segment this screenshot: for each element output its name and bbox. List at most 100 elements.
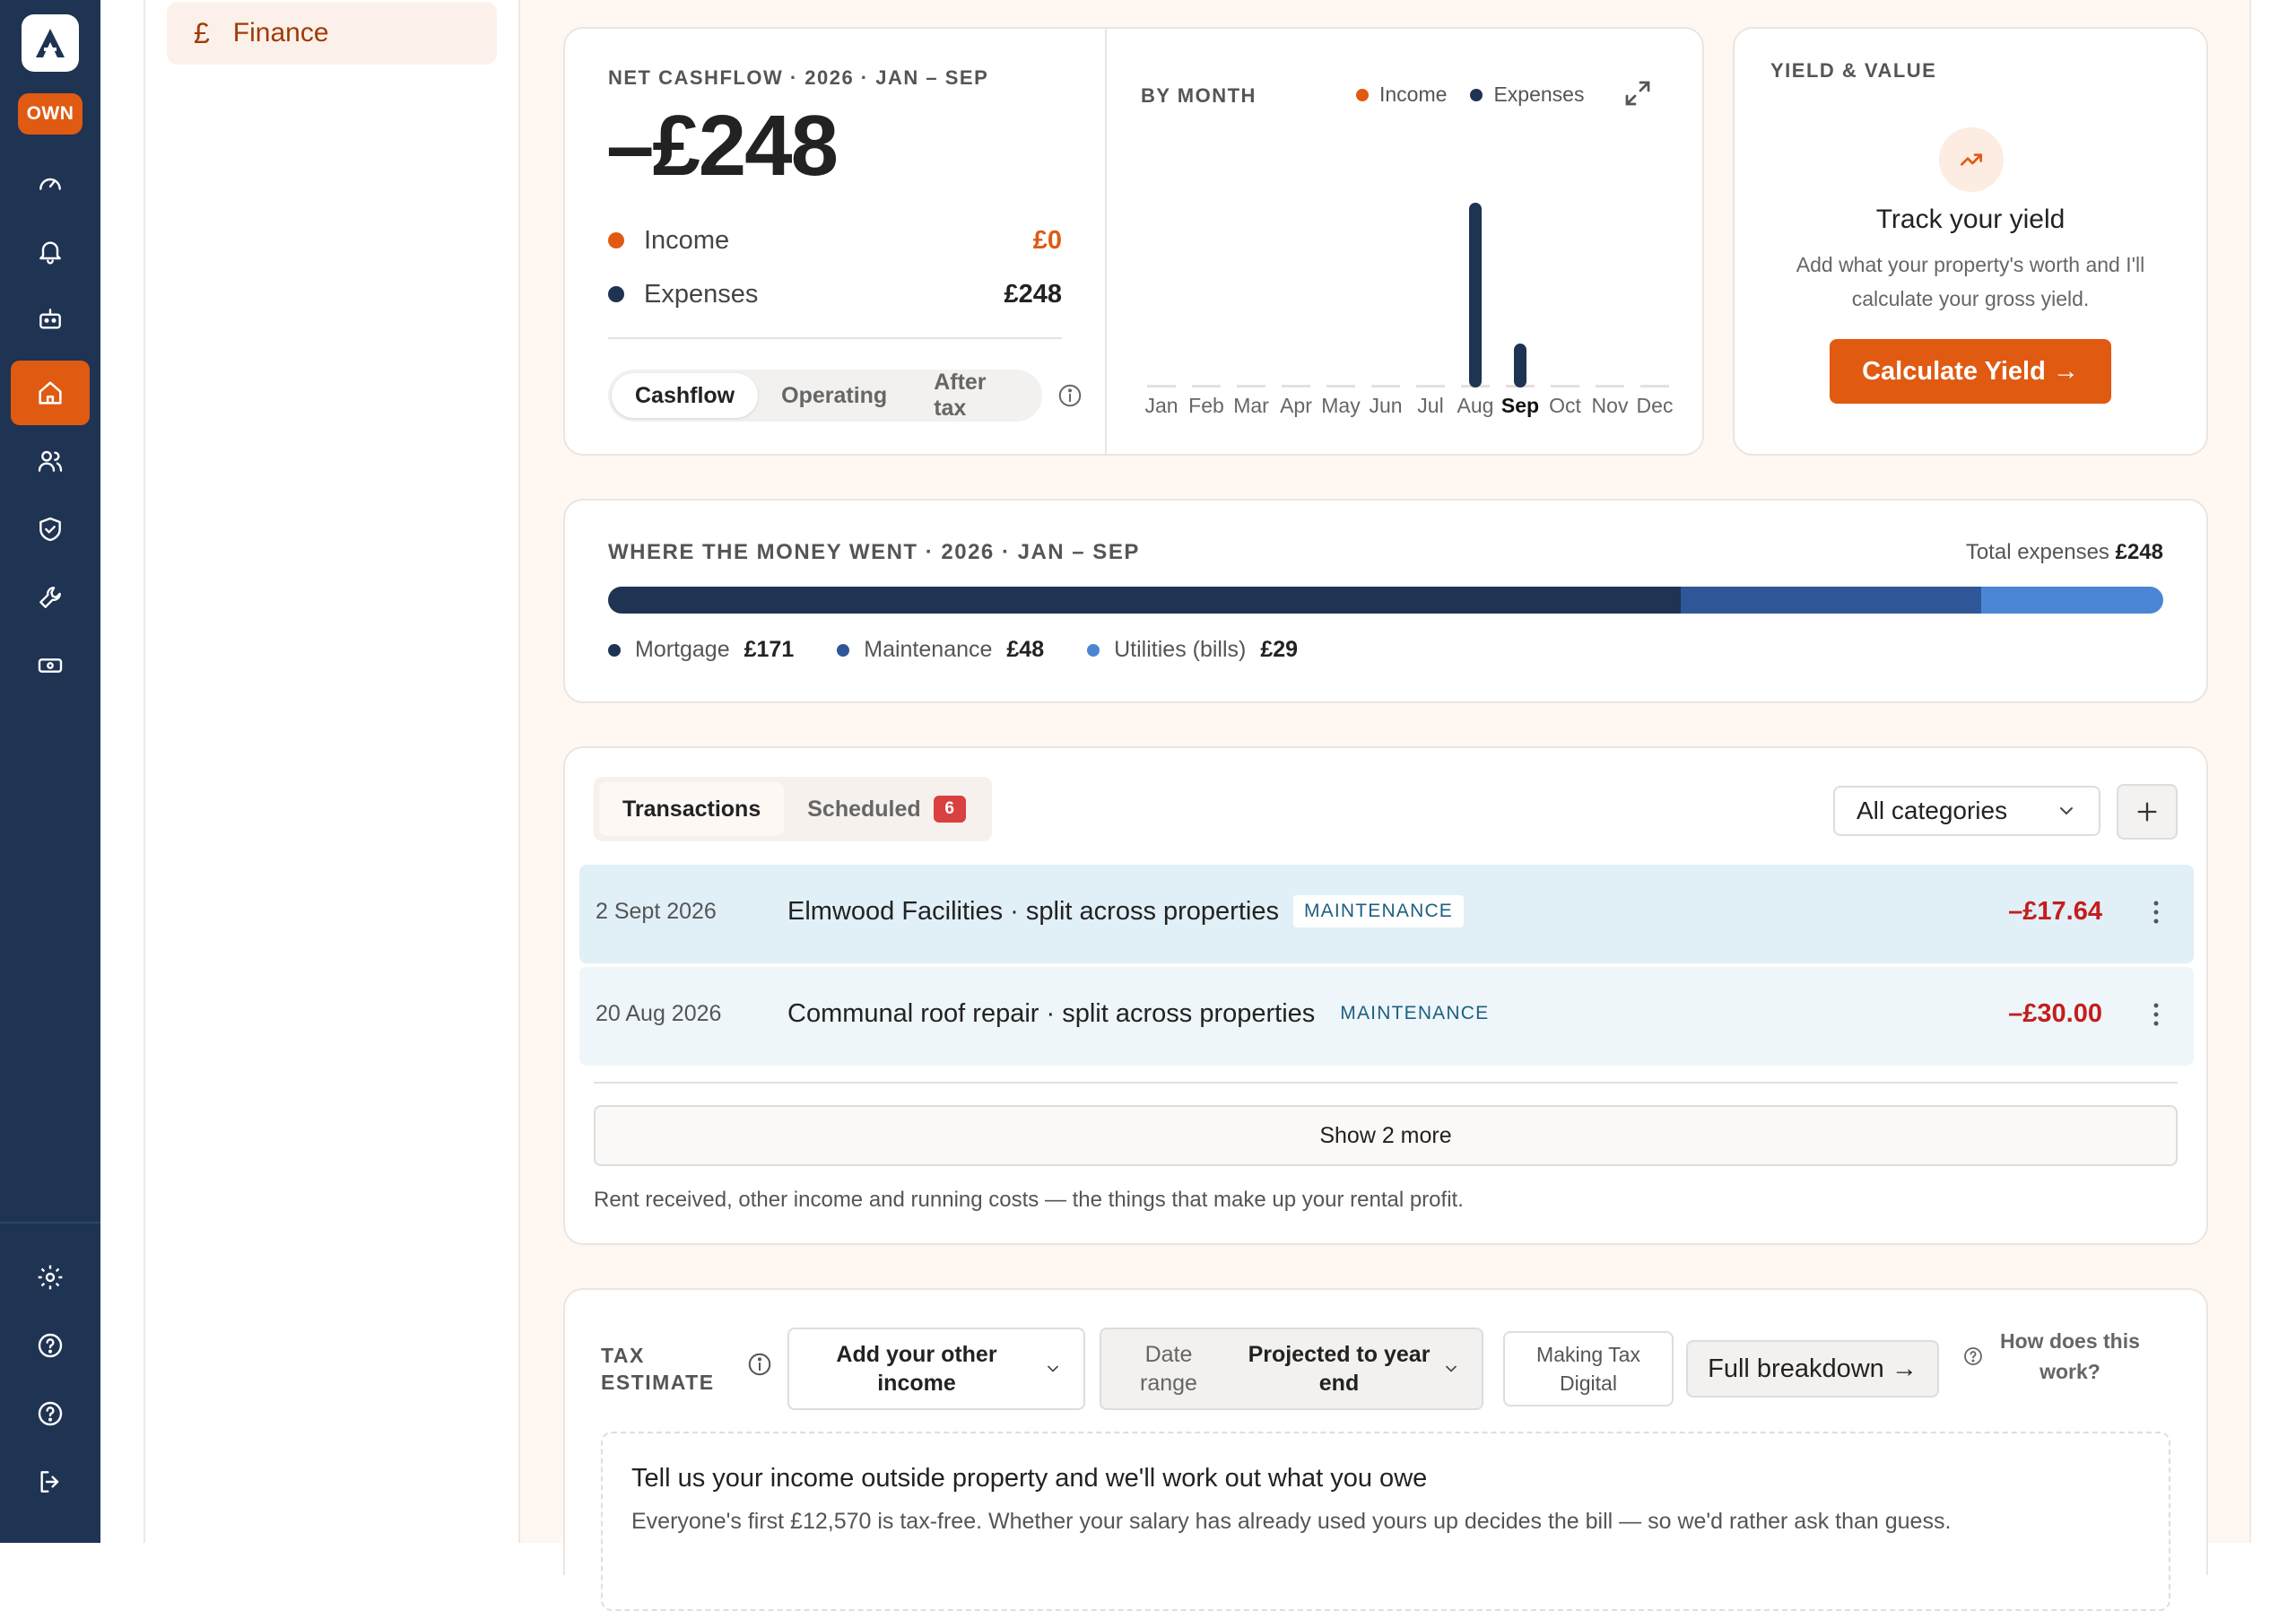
more-vertical-icon[interactable]	[2151, 899, 2161, 926]
tab-cashflow[interactable]: Cashflow	[612, 373, 759, 418]
logout-icon[interactable]	[22, 1453, 79, 1511]
dashboard-icon[interactable]	[22, 154, 79, 212]
cashflow-title: NET CASHFLOW · 2026 · JAN – SEP	[608, 66, 989, 89]
info-icon[interactable]	[1057, 382, 1083, 409]
cashflow-view-toggle: Cashflow Operating After tax	[608, 370, 1042, 422]
making-tax-digital-button[interactable]: Making Tax Digital	[1503, 1331, 1674, 1406]
sidebar-item-label: Finance	[232, 18, 329, 48]
yield-card: YIELD & VALUE Track your yield Add what …	[1733, 27, 2208, 456]
yield-text-line1: Add what your property's worth and I'll	[1796, 253, 2145, 276]
app-logo[interactable]	[22, 14, 79, 72]
transactions-card: Transactions Scheduled 6 All categories …	[563, 746, 2208, 1245]
utilities-label: Utilities (bills)	[1114, 637, 1247, 662]
transactions-footnote: Rent received, other income and running …	[594, 1188, 1464, 1212]
mtd-line2: Digital	[1560, 1372, 1617, 1395]
add-transaction-button[interactable]	[2117, 784, 2178, 840]
spend-segment-mortgage	[608, 587, 1681, 614]
baseline-jan	[1147, 385, 1176, 388]
month-label-jun: Jun	[1369, 394, 1402, 417]
how-line1: How does this	[2000, 1329, 2140, 1353]
baseline-oct	[1551, 385, 1579, 388]
spend-breakdown-bar	[608, 587, 2163, 614]
calculate-yield-button[interactable]: Calculate Yield →	[1830, 339, 2111, 404]
baseline-may	[1326, 385, 1355, 388]
people-icon[interactable]	[22, 432, 79, 490]
transaction-title: Elmwood Facilities · split across proper…	[787, 896, 1279, 926]
plus-icon	[2137, 802, 2157, 822]
cash-icon[interactable]	[22, 637, 79, 694]
mortgage-dot	[608, 643, 621, 657]
tax-estimate-label: TAX ESTIMATE	[601, 1342, 715, 1396]
maintenance-dot	[837, 643, 850, 657]
home-icon[interactable]	[11, 361, 90, 425]
total-expenses: Total expenses £248	[1966, 540, 2163, 565]
baseline-jul	[1416, 385, 1445, 388]
robot-icon[interactable]	[22, 291, 79, 348]
by-month-title: BY MONTH	[1141, 84, 1257, 107]
full-breakdown-button[interactable]: Full breakdown →	[1686, 1340, 1939, 1398]
month-label-nov: Nov	[1592, 394, 1629, 417]
category-filter-select[interactable]: All categories	[1833, 786, 2100, 836]
maintenance-label: Maintenance	[864, 637, 993, 662]
expenses-dot	[608, 286, 624, 302]
nav-rail: OWN	[0, 0, 100, 1543]
info-icon[interactable]	[746, 1351, 773, 1378]
gear-icon[interactable]	[22, 1249, 79, 1306]
tax-prompt-box: Tell us your income outside property and…	[601, 1432, 2170, 1611]
shield-icon[interactable]	[22, 501, 79, 558]
tax-prompt-heading: Tell us your income outside property and…	[631, 1464, 1428, 1493]
table-row[interactable]: 20 Aug 2026 Communal roof repair · split…	[579, 967, 2194, 1066]
date-range-dropdown[interactable]: Date range Projected to year end	[1100, 1328, 1483, 1410]
month-label-mar: Mar	[1233, 394, 1269, 417]
net-cashflow-value: –£248	[606, 98, 839, 194]
help-icon	[1964, 1347, 1982, 1365]
tab-operating[interactable]: Operating	[758, 373, 910, 418]
month-label-aug: Aug	[1457, 394, 1494, 417]
transaction-amount: –£17.64	[2008, 897, 2102, 926]
tax-estimate-card: TAX ESTIMATE Add your other income Date …	[563, 1288, 2208, 1611]
date-range-value: Projected to year end	[1236, 1340, 1442, 1398]
rail-divider	[0, 1222, 100, 1223]
other-income-label: Add your other income	[789, 1340, 1044, 1398]
other-income-line1: Add your other	[836, 1342, 997, 1367]
chart-legend: Income Expenses	[1356, 83, 1584, 107]
legend-expenses-dot	[1470, 88, 1483, 101]
more-vertical-icon[interactable]	[2151, 1001, 2161, 1028]
month-label-oct: Oct	[1549, 394, 1581, 417]
category-tag: MAINTENANCE	[1292, 895, 1465, 927]
how-does-this-work-label: How does this work?	[2000, 1326, 2140, 1387]
by-month-chart: Jan Feb Mar Apr May Jun Jul Aug Sep Oct Nov Dec	[1144, 203, 1673, 417]
tab-scheduled[interactable]: Scheduled 6	[784, 782, 988, 836]
legend-income-label: Income	[1379, 83, 1448, 106]
table-row[interactable]: 2 Sept 2026 Elmwood Facilities · split a…	[579, 865, 2194, 963]
total-expenses-label: Total expenses	[1965, 540, 2109, 564]
expense-bar-sep[interactable]	[1514, 344, 1526, 388]
expand-icon[interactable]	[1622, 77, 1654, 109]
how-does-this-work-link[interactable]: How does this work?	[1962, 1326, 2140, 1387]
mtd-line1: Making Tax	[1536, 1343, 1640, 1366]
expense-bar-aug[interactable]	[1469, 203, 1482, 388]
show-more-button[interactable]: Show 2 more	[594, 1105, 2178, 1166]
yield-heading: Track your yield	[1875, 205, 2066, 234]
own-badge[interactable]: OWN	[18, 93, 83, 135]
tab-transactions[interactable]: Transactions	[599, 782, 785, 836]
sidebar-item-finance[interactable]: £ Finance	[167, 2, 497, 65]
transaction-date: 2 Sept 2026	[596, 899, 717, 924]
other-income-line2: income	[877, 1371, 956, 1396]
transaction-title: Communal roof repair · split across prop…	[787, 998, 1316, 1028]
transactions-tabs: Transactions Scheduled 6	[594, 777, 992, 841]
expenses-label: Expenses	[644, 279, 759, 309]
total-expenses-value: £248	[2115, 540, 2163, 564]
income-row: Income £0	[608, 222, 1062, 258]
help-icon[interactable]	[22, 1317, 79, 1374]
other-income-dropdown[interactable]: Add your other income	[787, 1328, 1085, 1410]
utilities-value: £29	[1260, 637, 1299, 662]
chevron-down-icon	[1048, 1365, 1058, 1372]
help-circle-icon[interactable]	[22, 1385, 79, 1442]
maintenance-value: £48	[1006, 637, 1045, 662]
wrench-icon[interactable]	[22, 569, 79, 626]
bell-icon[interactable]	[22, 222, 79, 280]
pound-icon: £	[194, 16, 210, 49]
scheduled-count-badge: 6	[933, 796, 966, 823]
tab-after-tax[interactable]: After tax	[910, 370, 1039, 421]
